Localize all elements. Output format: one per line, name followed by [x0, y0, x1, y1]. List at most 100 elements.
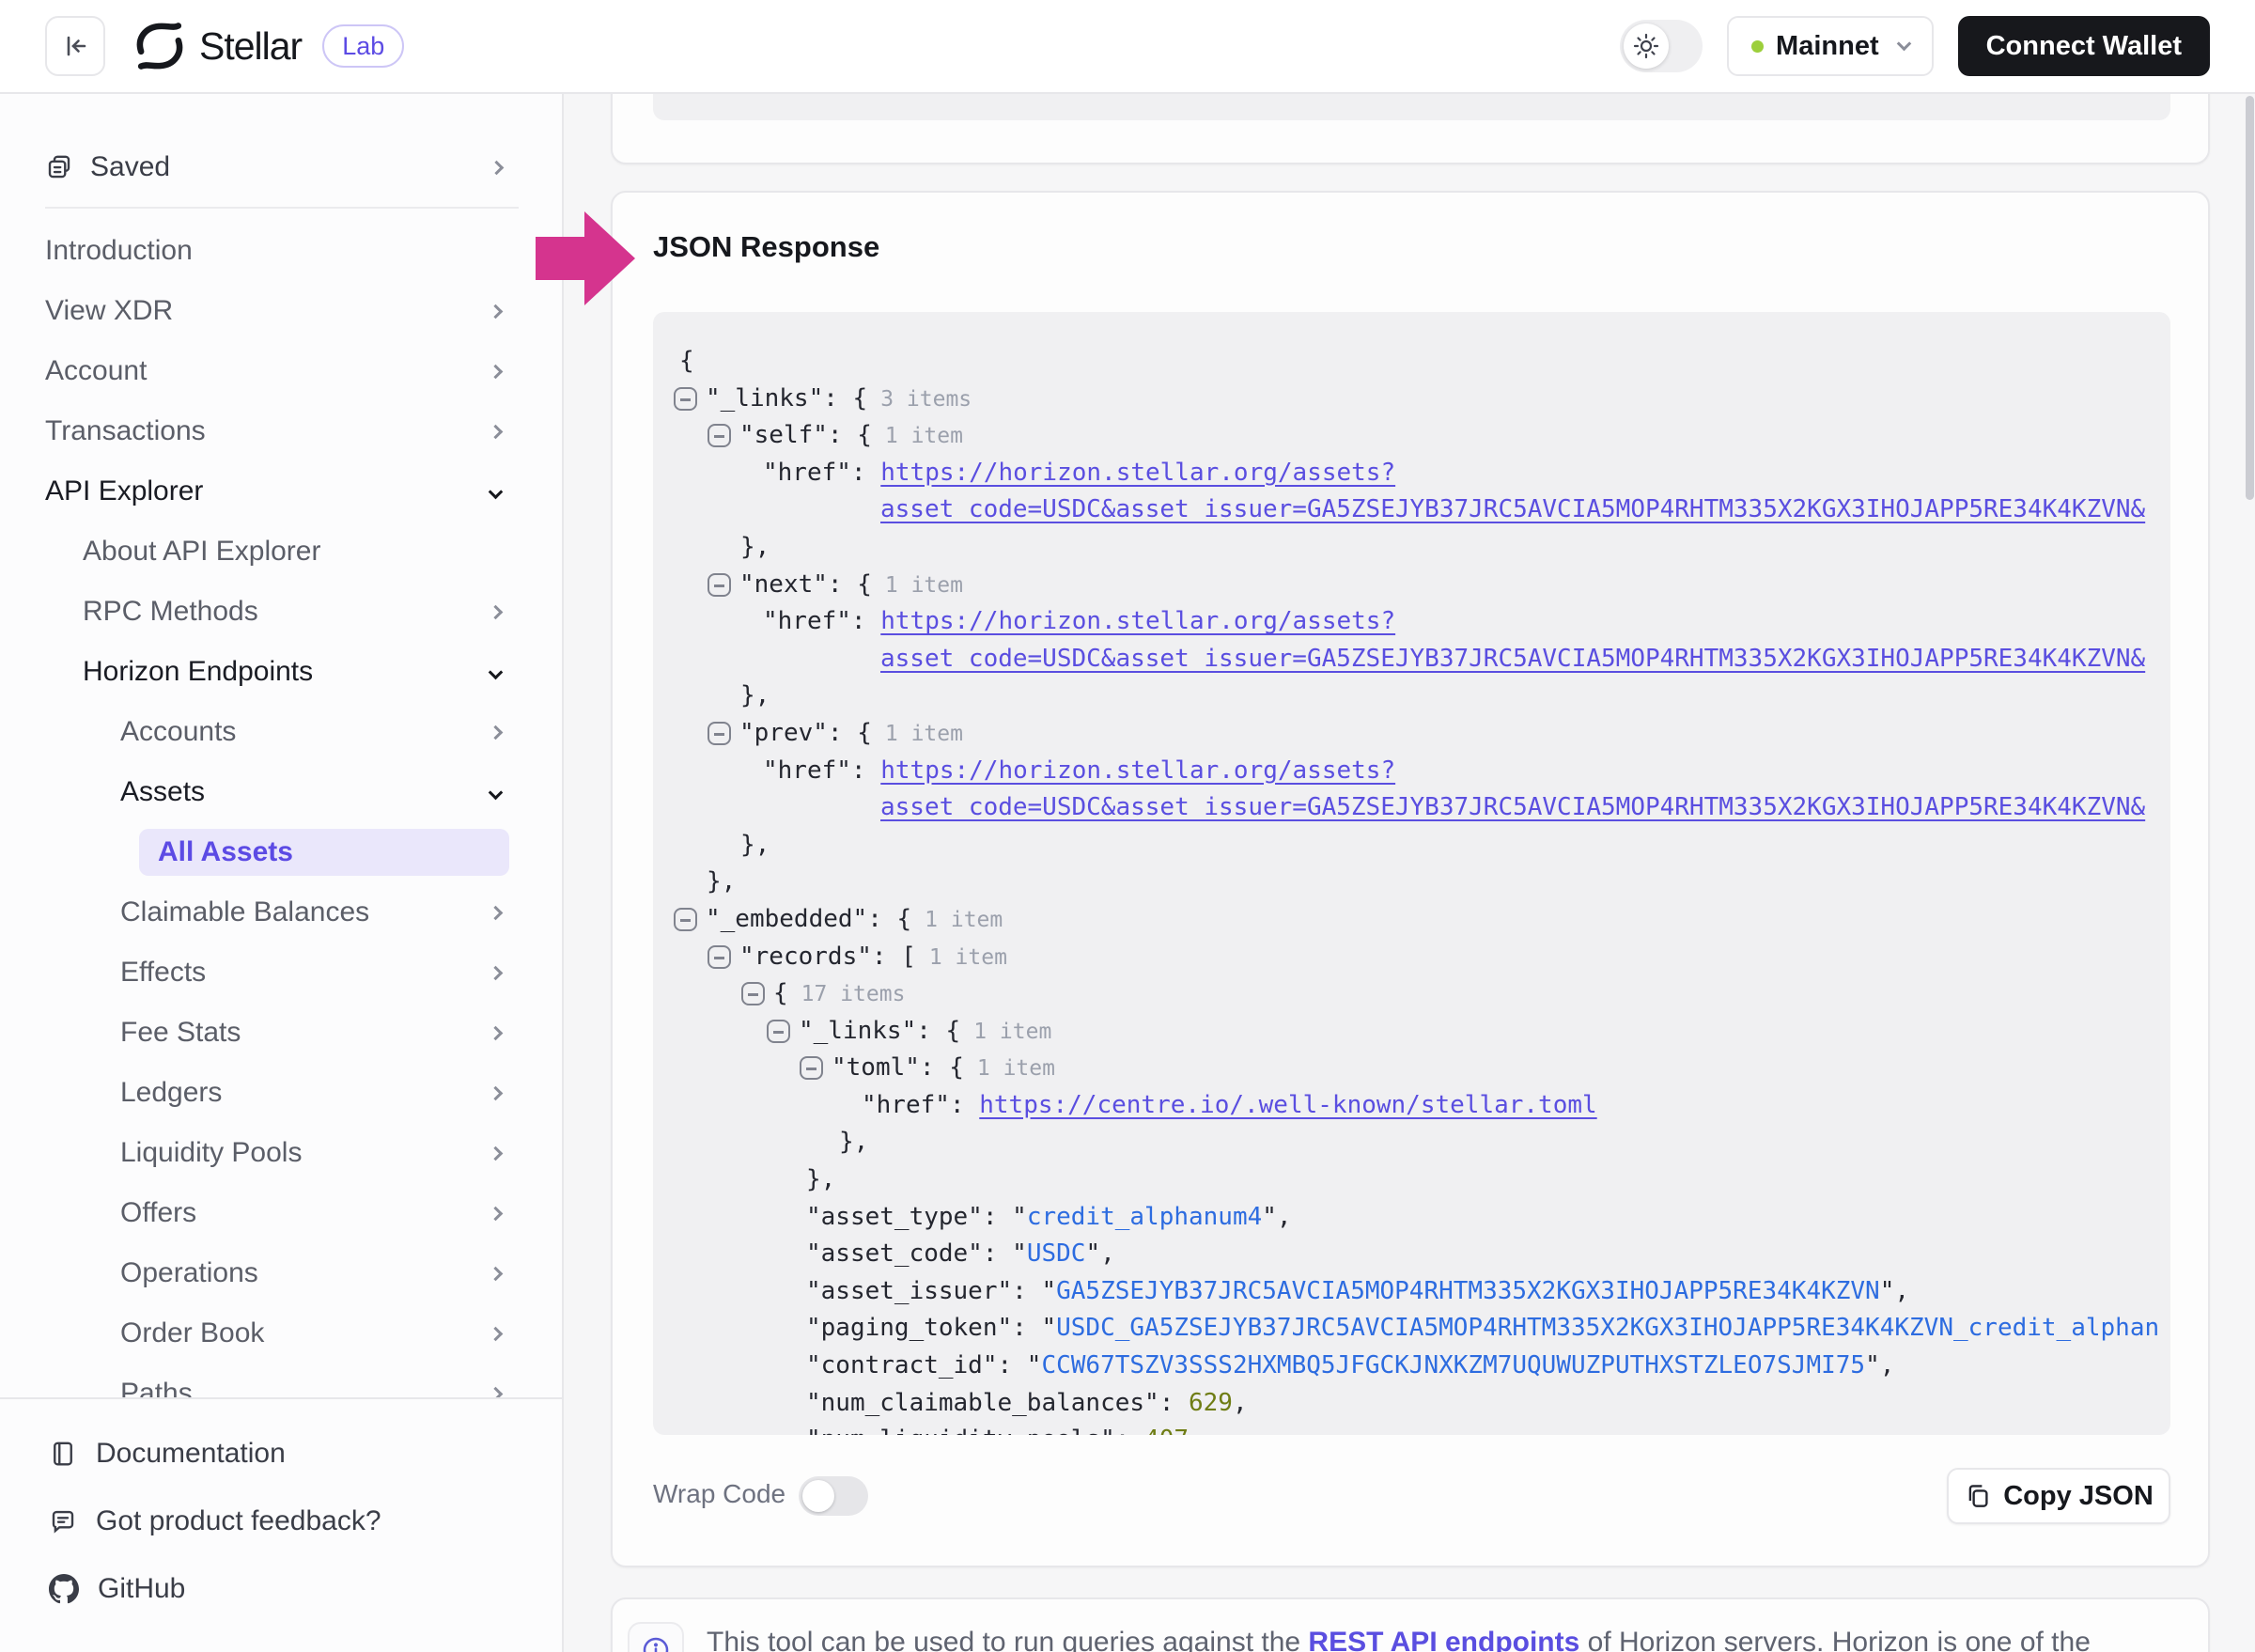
- json-key: "href": [862, 1091, 950, 1119]
- sidebar-item-about-api-explorer[interactable]: About API Explorer: [0, 522, 562, 582]
- json-link[interactable]: asset_code=USDC&asset_issuer=GA5ZSEJYB37…: [880, 645, 2145, 673]
- json-row: "num_claimable_balances": 629,: [806, 1385, 2170, 1423]
- json-row: },: [839, 1124, 2170, 1161]
- sidebar-item-label: API Explorer: [45, 475, 203, 507]
- json-link[interactable]: https://horizon.stellar.org/assets?: [880, 607, 1395, 635]
- page-scrollbar[interactable]: [2246, 96, 2254, 500]
- json-punctuation: },: [806, 1165, 835, 1193]
- sidebar-item-accounts[interactable]: Accounts: [0, 702, 562, 762]
- chevron-down-icon: [489, 484, 504, 499]
- sidebar-item-api-explorer[interactable]: API Explorer: [0, 461, 562, 522]
- sidebar-nav: Introduction View XDR Account Transactions A…: [0, 221, 562, 1397]
- sidebar-item-horizon-endpoints[interactable]: Horizon Endpoints: [0, 642, 562, 702]
- collapse-node-icon[interactable]: [767, 1020, 790, 1043]
- json-row: asset_code=USDC&asset_issuer=GA5ZSEJYB37…: [880, 641, 2170, 678]
- sidebar-item-label: Account: [45, 355, 147, 387]
- sidebar-item-paths[interactable]: Paths: [0, 1364, 562, 1397]
- json-link[interactable]: asset_code=USDC&asset_issuer=GA5ZSEJYB37…: [880, 495, 2145, 523]
- sidebar-footer-got-product-feedback[interactable]: Got product feedback?: [0, 1488, 562, 1555]
- json-key: "_links": [706, 384, 823, 413]
- sidebar-item-label: Introduction: [45, 235, 193, 267]
- sidebar-footer-label: Documentation: [96, 1438, 286, 1470]
- json-link[interactable]: https://horizon.stellar.org/assets?: [880, 756, 1395, 785]
- theme-toggle-knob: [1624, 23, 1669, 69]
- json-key: "num_claimable_balances": [806, 1389, 1159, 1417]
- json-punctuation: :: [851, 459, 880, 487]
- chevron-right-icon: [489, 1206, 504, 1221]
- json-row: {17 items: [741, 975, 2170, 1013]
- json-punctuation: :: [950, 1091, 979, 1119]
- sidebar-item-all-assets[interactable]: All Assets: [0, 822, 562, 882]
- info-icon: [641, 1635, 671, 1652]
- chevron-down-icon: [1896, 36, 1911, 51]
- json-punctuation: },: [839, 1128, 868, 1156]
- sidebar-item-effects[interactable]: Effects: [0, 943, 562, 1003]
- sidebar-footer-documentation[interactable]: Documentation: [0, 1420, 562, 1488]
- sidebar-footer-github[interactable]: GitHub: [0, 1555, 562, 1623]
- collapse-node-icon[interactable]: [708, 722, 731, 745]
- sidebar-item-rpc-methods[interactable]: RPC Methods: [0, 582, 562, 642]
- sidebar-item-claimable-balances[interactable]: Claimable Balances: [0, 882, 562, 943]
- json-row: },: [806, 1161, 2170, 1199]
- json-row: "paging_token": "USDC_GA5ZSEJYB37JRC5AVC…: [806, 1310, 2170, 1348]
- collapse-left-icon: [60, 31, 90, 61]
- json-punctuation: },: [740, 681, 770, 709]
- json-viewer: {"_links": {3 items"self": {1 item"href"…: [653, 312, 2170, 1435]
- collapse-node-icon[interactable]: [674, 908, 697, 931]
- sidebar-item-operations[interactable]: Operations: [0, 1243, 562, 1303]
- collapse-node-icon[interactable]: [708, 424, 731, 447]
- json-row: "self": {1 item: [708, 417, 2170, 455]
- sidebar-item-ledgers[interactable]: Ledgers: [0, 1063, 562, 1123]
- json-row: "asset_type": "credit_alphanum4",: [806, 1199, 2170, 1237]
- network-label: Mainnet: [1776, 31, 1879, 62]
- sidebar-item-liquidity-pools[interactable]: Liquidity Pools: [0, 1123, 562, 1183]
- collapse-node-icon[interactable]: [800, 1056, 823, 1080]
- sidebar-item-fee-stats[interactable]: Fee Stats: [0, 1003, 562, 1063]
- collapse-node-icon[interactable]: [674, 387, 697, 411]
- json-row: "next": {1 item: [708, 567, 2170, 604]
- sidebar-item-assets[interactable]: Assets: [0, 762, 562, 822]
- chevron-right-icon: [489, 1085, 504, 1100]
- sidebar-item-introduction[interactable]: Introduction: [0, 221, 562, 281]
- json-punctuation: : ": [1012, 1277, 1056, 1305]
- rest-api-endpoints-link[interactable]: REST API endpoints: [1308, 1627, 1579, 1652]
- json-number-value: 629: [1189, 1389, 1233, 1417]
- chevron-right-icon: [489, 725, 504, 740]
- json-punctuation: :: [1115, 1426, 1144, 1435]
- json-row: "_links": {1 item: [767, 1013, 2170, 1051]
- sidebar-item-label: All Assets: [158, 836, 293, 868]
- copy-json-button[interactable]: Copy JSON: [1947, 1468, 2170, 1524]
- json-punctuation: : ": [983, 1239, 1027, 1268]
- json-item-count: 1 item: [885, 573, 963, 598]
- json-link[interactable]: asset_code=USDC&asset_issuer=GA5ZSEJYB37…: [880, 793, 2145, 821]
- sidebar-item-transactions[interactable]: Transactions: [0, 401, 562, 461]
- sidebar-item-offers[interactable]: Offers: [0, 1183, 562, 1243]
- sidebar-item-order-book[interactable]: Order Book: [0, 1303, 562, 1364]
- info-text-after: of Horizon servers. Horizon is one of th…: [1579, 1627, 2091, 1652]
- sidebar-item-label: Effects: [120, 957, 206, 989]
- sidebar-item-account[interactable]: Account: [0, 341, 562, 401]
- chevron-down-icon: [489, 664, 504, 679]
- json-punctuation: ,: [1189, 1426, 1204, 1435]
- collapse-node-icon[interactable]: [741, 982, 765, 1005]
- network-select[interactable]: Mainnet: [1727, 16, 1934, 76]
- connect-wallet-button[interactable]: Connect Wallet: [1958, 16, 2210, 76]
- sidebar-collapse-button[interactable]: [45, 16, 105, 76]
- json-punctuation: ",: [1865, 1351, 1894, 1379]
- sidebar-item-label: Claimable Balances: [120, 896, 369, 928]
- chevron-right-icon: [490, 160, 505, 175]
- json-key: "num_liquidity_pools": [806, 1426, 1115, 1435]
- saved-icon: [45, 153, 73, 181]
- json-punctuation: :: [851, 756, 880, 785]
- json-link[interactable]: https://horizon.stellar.org/assets?: [880, 459, 1395, 487]
- json-link[interactable]: https://centre.io/.well-known/stellar.to…: [979, 1091, 1596, 1119]
- sidebar-item-view-xdr[interactable]: View XDR: [0, 281, 562, 341]
- wrap-code-toggle[interactable]: [799, 1476, 868, 1516]
- collapse-node-icon[interactable]: [708, 573, 731, 597]
- wrap-code-toggle-knob: [802, 1480, 834, 1512]
- theme-toggle[interactable]: [1620, 20, 1703, 72]
- json-row: },: [740, 678, 2170, 715]
- json-row: "href": https://horizon.stellar.org/asse…: [763, 455, 2170, 492]
- collapse-node-icon[interactable]: [708, 945, 731, 969]
- sidebar-item-saved[interactable]: Saved: [45, 143, 519, 192]
